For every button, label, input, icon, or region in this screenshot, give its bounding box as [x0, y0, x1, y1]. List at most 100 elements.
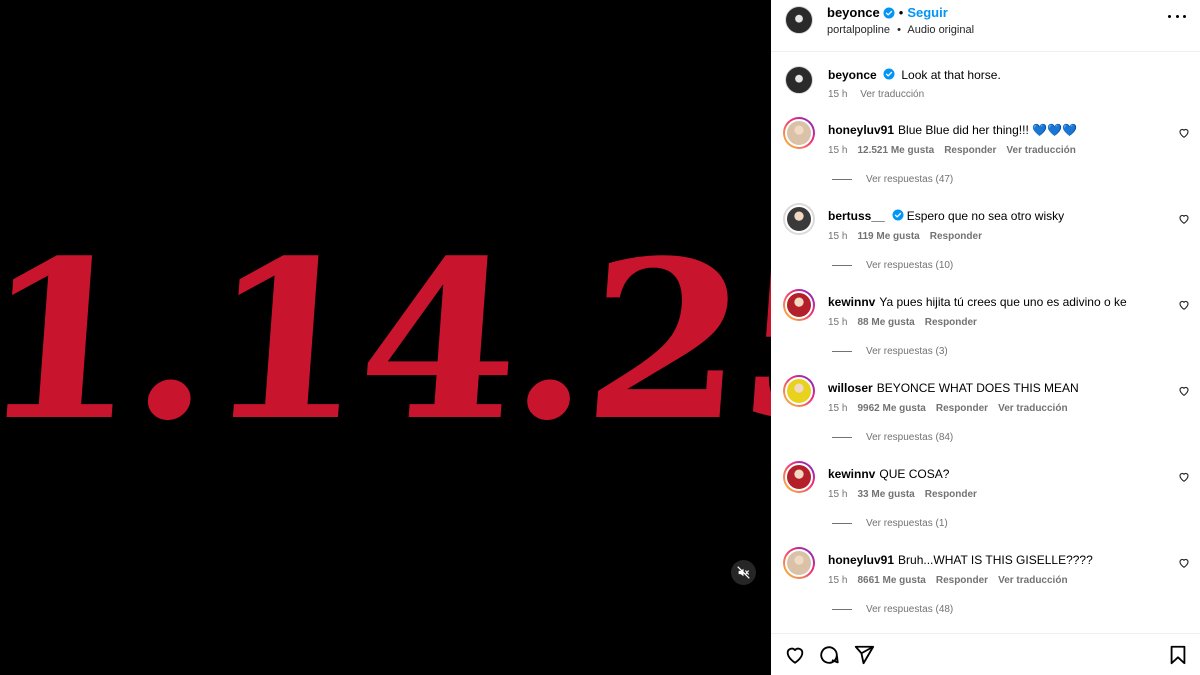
- comment-text: BEYONCE WHAT DOES THIS MEAN: [876, 381, 1079, 395]
- verified-badge-icon: [883, 7, 895, 18]
- reply-button[interactable]: Responder: [936, 575, 988, 586]
- comment-time[interactable]: 15 h: [828, 231, 847, 242]
- caption-username[interactable]: beyonce: [828, 68, 877, 82]
- commenter-avatar[interactable]: [783, 289, 815, 321]
- replies-divider: [832, 179, 852, 180]
- comment-likes[interactable]: 12.521 Me gusta: [857, 145, 934, 156]
- commenter-avatar[interactable]: [783, 547, 815, 579]
- author-username[interactable]: beyonce: [827, 5, 880, 20]
- replies-divider: [832, 437, 852, 438]
- reply-button[interactable]: Responder: [936, 403, 988, 414]
- mute-button[interactable]: [731, 560, 756, 585]
- like-heart-icon[interactable]: [1178, 213, 1190, 225]
- view-replies-label: Ver respuestas (10): [866, 260, 954, 271]
- view-replies-button[interactable]: Ver respuestas (48): [832, 604, 953, 615]
- post-media[interactable]: 1.14.25: [0, 0, 771, 675]
- commenter-username[interactable]: bertuss__: [828, 209, 885, 223]
- comment-item: honeyluv91 Blue Blue did her thing!!! 💙💙💙…: [771, 117, 1200, 203]
- replies-divider: [832, 523, 852, 524]
- comment-likes[interactable]: 33 Me gusta: [857, 489, 914, 500]
- post-header: beyonce • Seguir portalpopline • Audio o…: [771, 0, 1200, 52]
- comment-text: QUE COSA?: [879, 467, 950, 481]
- commenter-avatar[interactable]: [783, 203, 815, 235]
- view-replies-label: Ver respuestas (47): [866, 174, 954, 185]
- translate-link[interactable]: Ver traducción: [1006, 145, 1075, 156]
- commenter-avatar[interactable]: [783, 375, 815, 407]
- comment-item: bertuss__ Espero que no sea otro wisky 15 …: [771, 203, 1200, 289]
- like-heart-icon[interactable]: [1178, 557, 1190, 569]
- caption-time[interactable]: 15 h: [828, 89, 847, 100]
- heart-icon[interactable]: [784, 644, 806, 666]
- speaker-muted-icon: [737, 566, 750, 579]
- view-replies-button[interactable]: Ver respuestas (47): [832, 174, 953, 185]
- commenter-username[interactable]: kewinnv: [828, 467, 875, 481]
- comment-time[interactable]: 15 h: [828, 489, 847, 500]
- commenter-username[interactable]: kewinnv: [828, 295, 875, 309]
- avatar-image: [785, 463, 813, 491]
- comment-time[interactable]: 15 h: [828, 403, 847, 414]
- commenter-username[interactable]: willoser: [828, 381, 873, 395]
- audio-link[interactable]: Audio original: [907, 24, 974, 36]
- translate-link[interactable]: Ver traducción: [998, 575, 1067, 586]
- reply-button[interactable]: Responder: [925, 317, 977, 328]
- comment-text: Bruh...WHAT IS THIS GISELLE????: [898, 553, 1093, 567]
- comment-text: Espero que no sea otro wisky: [906, 209, 1065, 223]
- action-bar: [771, 633, 1200, 675]
- commenter-username[interactable]: honeyluv91: [828, 553, 894, 567]
- view-replies-button[interactable]: Ver respuestas (1): [832, 518, 948, 529]
- view-replies-label: Ver respuestas (1): [866, 518, 948, 529]
- caption-translate-link[interactable]: Ver traducción: [860, 89, 924, 100]
- comment-likes[interactable]: 8661 Me gusta: [857, 575, 925, 586]
- avatar-image: [785, 205, 813, 233]
- post-caption: beyonce Look at that horse. 15 h Ver tra…: [771, 62, 1200, 102]
- post-panel: beyonce • Seguir portalpopline • Audio o…: [771, 0, 1200, 675]
- like-heart-icon[interactable]: [1178, 471, 1190, 483]
- follow-button[interactable]: Seguir: [907, 5, 947, 20]
- replies-divider: [832, 609, 852, 610]
- bookmark-icon[interactable]: [1167, 644, 1189, 666]
- commenter-avatar[interactable]: [783, 117, 815, 149]
- comment-icon[interactable]: [818, 644, 840, 666]
- comment-likes[interactable]: 119 Me gusta: [857, 231, 919, 242]
- reply-button[interactable]: Responder: [925, 489, 977, 500]
- separator-dot: •: [898, 5, 904, 20]
- sub-author-link[interactable]: portalpopline: [827, 24, 890, 36]
- share-icon[interactable]: [853, 644, 875, 666]
- replies-divider: [832, 265, 852, 266]
- comment-likes[interactable]: 88 Me gusta: [857, 317, 914, 328]
- comment-time[interactable]: 15 h: [828, 145, 847, 156]
- comment-time[interactable]: 15 h: [828, 317, 847, 328]
- comment-likes[interactable]: 9962 Me gusta: [857, 403, 925, 414]
- translate-link[interactable]: Ver traducción: [998, 403, 1067, 414]
- comment-item: kewinnv Ya pues hijita tú crees que uno e…: [771, 289, 1200, 375]
- view-replies-button[interactable]: Ver respuestas (10): [832, 260, 953, 271]
- comment-item: honeyluv91 Bruh...WHAT IS THIS GISELLE???…: [771, 547, 1200, 633]
- commenter-username[interactable]: honeyluv91: [828, 123, 894, 137]
- verified-badge-icon: [883, 68, 895, 80]
- avatar-image: [785, 291, 813, 319]
- replies-divider: [832, 351, 852, 352]
- comment-text: Ya pues hijita tú crees que uno es adivi…: [879, 295, 1127, 309]
- comment-text: Blue Blue did her thing!!! 💙💙💙: [898, 123, 1077, 137]
- caption-avatar[interactable]: [785, 66, 813, 94]
- like-heart-icon[interactable]: [1178, 127, 1190, 139]
- verified-badge-icon: [892, 209, 904, 221]
- separator-dot: •: [897, 24, 901, 36]
- media-date-text: 1.14.25: [0, 213, 771, 469]
- more-options-icon[interactable]: [1168, 12, 1186, 20]
- like-heart-icon[interactable]: [1178, 299, 1190, 311]
- reply-button[interactable]: Responder: [930, 231, 982, 242]
- avatar-image: [785, 377, 813, 405]
- author-avatar[interactable]: [785, 6, 813, 34]
- view-replies-button[interactable]: Ver respuestas (84): [832, 432, 953, 443]
- comment-item: kewinnv QUE COSA? 15 h 33 Me gusta Responder…: [771, 461, 1200, 547]
- comment-item: willoser BEYONCE WHAT DOES THIS MEAN 15 h 9…: [771, 375, 1200, 461]
- view-replies-label: Ver respuestas (48): [866, 604, 954, 615]
- comment-time[interactable]: 15 h: [828, 575, 847, 586]
- view-replies-button[interactable]: Ver respuestas (3): [832, 346, 948, 357]
- like-heart-icon[interactable]: [1178, 385, 1190, 397]
- caption-text: Look at that horse.: [901, 68, 1001, 82]
- view-replies-label: Ver respuestas (84): [866, 432, 954, 443]
- commenter-avatar[interactable]: [783, 461, 815, 493]
- reply-button[interactable]: Responder: [944, 145, 996, 156]
